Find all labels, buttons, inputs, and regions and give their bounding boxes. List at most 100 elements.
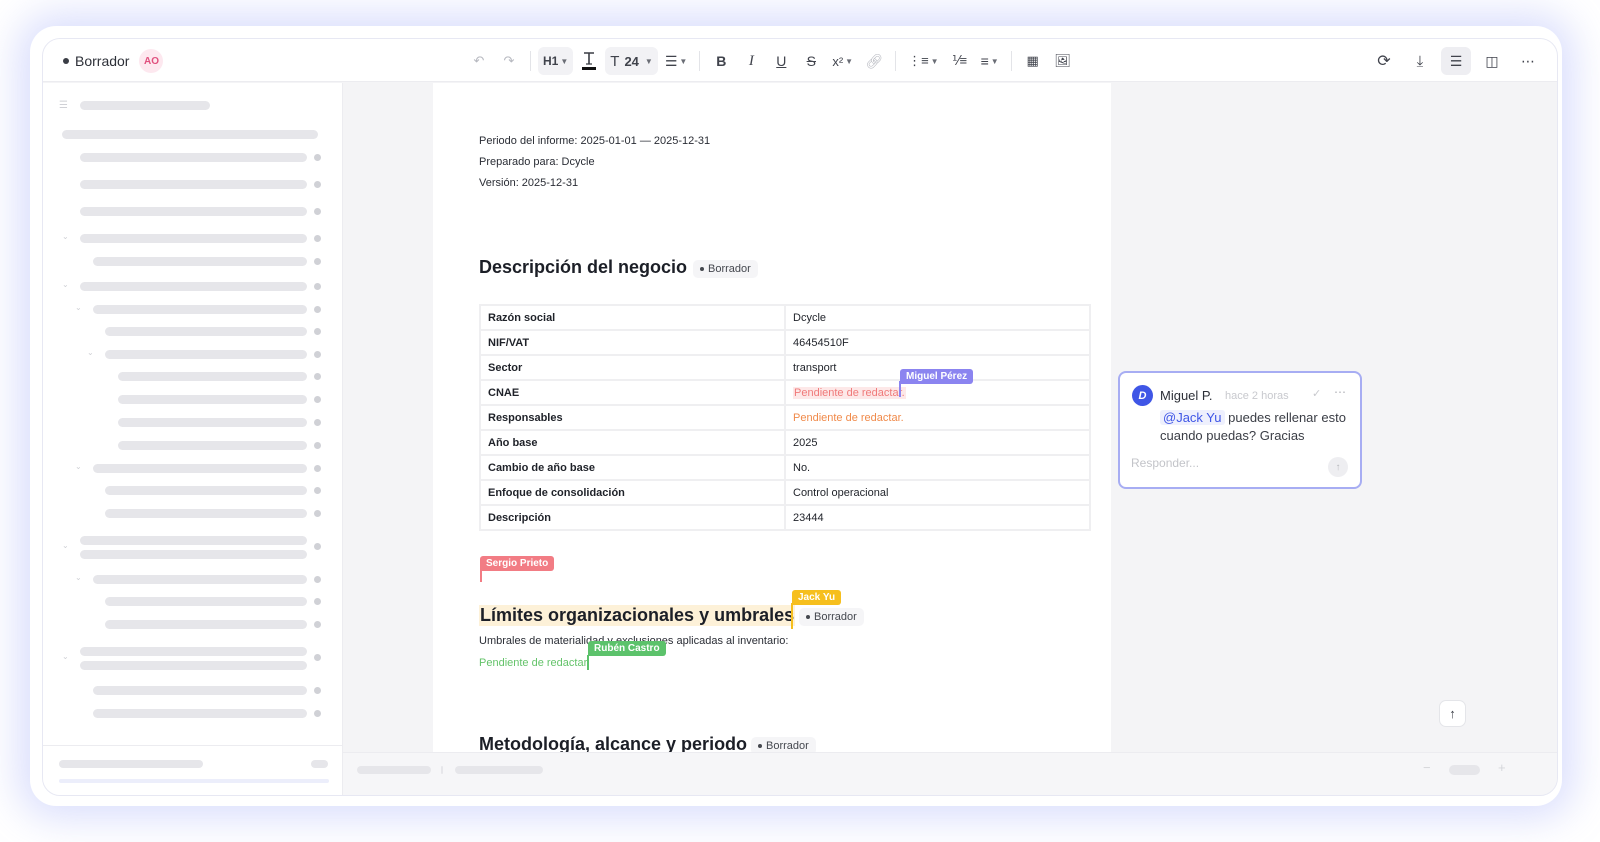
skeleton-line: [93, 257, 307, 266]
skeleton-line: [80, 661, 307, 670]
link-icon[interactable]: 🔗︎: [860, 47, 888, 75]
skeleton-line: [455, 766, 543, 774]
send-arrow-icon[interactable]: ↑: [1328, 457, 1348, 477]
skeleton-dot: [314, 235, 321, 242]
strikethrough-icon[interactable]: S: [797, 47, 825, 75]
sync-icon[interactable]: ⟳: [1369, 47, 1399, 75]
table-key: Enfoque de consolidación: [479, 479, 786, 506]
collaborator-label: Miguel Pérez: [900, 369, 974, 384]
skeleton-line: [93, 709, 307, 718]
prepared-for: Preparado para: Dcycle: [479, 156, 595, 168]
superscript-select[interactable]: x² ▼: [827, 47, 858, 75]
table-value[interactable]: 23444: [784, 504, 1091, 531]
ordered-list-icon[interactable]: ⅟≡: [946, 47, 974, 75]
status-badge[interactable]: Borrador: [751, 737, 816, 753]
status-badge[interactable]: Borrador: [693, 260, 758, 278]
underline-icon[interactable]: U: [767, 47, 795, 75]
section-heading: Descripción del negocio: [479, 257, 688, 277]
font-size-select[interactable]: T 24 ▼: [605, 47, 658, 75]
text-color-button[interactable]: [575, 47, 603, 75]
skeleton-line: [105, 350, 307, 359]
table-key: NIF/VAT: [479, 329, 786, 356]
skeleton-line: [80, 180, 307, 189]
skeleton-dot: [314, 208, 321, 215]
table-value[interactable]: Dcycle: [784, 304, 1091, 331]
status-badge-label: Borrador: [708, 263, 751, 275]
align-select[interactable]: ≡ ▼: [976, 47, 1004, 75]
skeleton-dot: [314, 487, 321, 494]
zoom-out-icon[interactable]: −: [1423, 760, 1431, 775]
skeleton-line: [105, 327, 307, 336]
skeleton-pill: [311, 760, 328, 768]
skeleton-line: [93, 305, 307, 314]
divider: [1010, 51, 1012, 71]
skeleton-dot: [314, 510, 321, 517]
redo-icon[interactable]: ↷: [495, 47, 523, 75]
italic-icon[interactable]: I: [737, 47, 765, 75]
chevron-down-icon: ▼: [990, 56, 999, 66]
status-badge[interactable]: Borrador: [799, 608, 864, 626]
table-value[interactable]: 46454510F: [784, 329, 1091, 356]
reply-input[interactable]: Responder...: [1131, 456, 1199, 470]
section-heading: Límites organizacionales y umbrales: [479, 605, 796, 626]
skeleton-line: [62, 130, 318, 139]
table-value[interactable]: No.: [784, 454, 1091, 481]
bold-icon[interactable]: B: [707, 47, 735, 75]
comment-more-icon[interactable]: ⋯: [1334, 385, 1346, 399]
skeleton-line: [80, 282, 307, 291]
skeleton-line: [80, 153, 307, 162]
pending-text: Pendiente de redactar.: [793, 411, 904, 424]
bullet-list-select[interactable]: ⋮≡ ▼: [903, 47, 944, 75]
document-status[interactable]: Borrador: [63, 53, 129, 69]
skeleton-line: [118, 372, 307, 381]
skeleton-dot: [314, 181, 321, 188]
chevron-down-icon: ▼: [679, 56, 688, 66]
divider: [699, 51, 701, 71]
chevron-down-icon: ⌄: [87, 348, 94, 357]
arrow-up-icon: ↑: [1449, 706, 1456, 721]
chevron-down-icon: ▼: [845, 56, 854, 66]
table-row: Enfoque de consolidación Control operacio…: [479, 479, 1091, 506]
line-spacing-select[interactable]: ☰ ▼: [660, 47, 692, 75]
side-panel-icon[interactable]: ◫: [1477, 47, 1507, 75]
skeleton-dot: [314, 621, 321, 628]
pending-text: Pendiente de redactar.: [479, 657, 590, 669]
table-value[interactable]: Control operacional: [784, 479, 1091, 506]
table-row: Responsables Pendiente de redactar.: [479, 404, 1091, 431]
superscript-icon: x²: [832, 53, 844, 69]
undo-icon[interactable]: ↶: [465, 47, 493, 75]
line-spacing-icon: ☰: [664, 52, 678, 69]
status-label: Borrador: [75, 53, 130, 69]
skeleton-dot: [314, 465, 321, 472]
limits-pending: Pendiente de redactar.: [479, 657, 590, 669]
skeleton-dot: [314, 258, 321, 265]
document-page[interactable]: Periodo del informe: 2025-01-01 — 2025-1…: [433, 83, 1111, 753]
table-value[interactable]: Pendiente de redactar.: [784, 404, 1091, 431]
chevron-down-icon: ▼: [644, 56, 653, 66]
mention[interactable]: @Jack Yu: [1160, 410, 1225, 425]
table-value[interactable]: 2025: [784, 429, 1091, 456]
resolve-check-icon[interactable]: ✓: [1312, 387, 1321, 400]
table-row: Año base 2025: [479, 429, 1091, 456]
skeleton-dot: [314, 328, 321, 335]
divider: [895, 51, 897, 71]
version: Versión: 2025-12-31: [479, 177, 579, 189]
zoom-in-icon[interactable]: +: [1498, 760, 1506, 775]
avatar[interactable]: AO: [139, 49, 164, 73]
outline-toggle-icon[interactable]: ☰: [1441, 47, 1471, 75]
download-icon[interactable]: ⤓: [1405, 47, 1435, 75]
collaborator-cursor: [480, 570, 482, 582]
document-area: Periodo del informe: 2025-01-01 — 2025-1…: [343, 83, 1557, 753]
comment-card[interactable]: D Miguel P. hace 2 horas ✓ ⋯ @Jack Yu pu…: [1118, 371, 1362, 489]
table-key: Año base: [479, 429, 786, 456]
scroll-to-top-button[interactable]: ↑: [1439, 700, 1466, 727]
heading-level-select[interactable]: H1 ▼: [538, 47, 574, 75]
skeleton-dot: [314, 598, 321, 605]
skeleton-line: [105, 486, 307, 495]
blocks-icon[interactable]: ▦: [1019, 47, 1047, 75]
insert-image-icon[interactable]: 🖼︎: [1049, 47, 1077, 75]
status-dot-icon: [700, 267, 704, 271]
sidebar-footer: [43, 745, 343, 795]
more-options-icon[interactable]: ⋯: [1513, 47, 1543, 75]
skeleton-dot: [314, 654, 321, 661]
